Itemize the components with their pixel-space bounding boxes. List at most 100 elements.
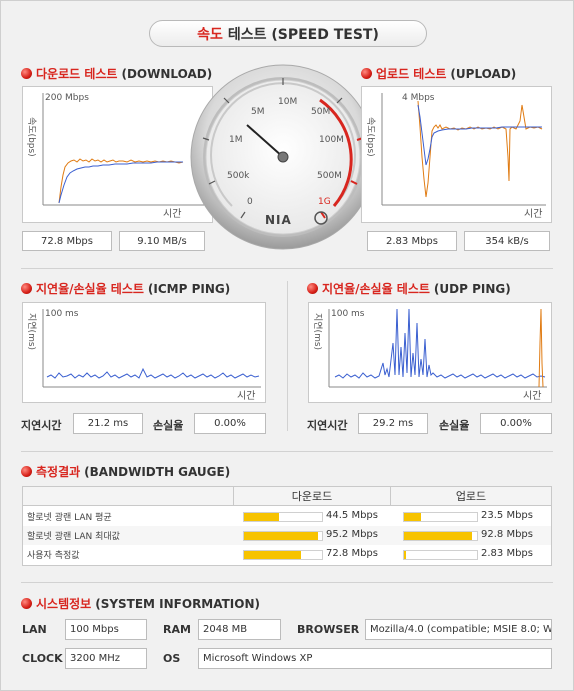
icmp-latency-value: 21.2 ms [73,413,143,434]
download-graph-svg [42,93,207,206]
browser-label: BROWSER [297,623,360,636]
bullet-icon [21,466,32,477]
icmp-heading-en: (ICMP PING) [147,281,231,296]
upload-bar [403,550,478,560]
upload-bar [403,512,478,522]
icmp-y-axis-label: 지연(ms) [26,313,36,351]
udp-latency-value: 29.2 ms [358,413,428,434]
upload-bar-value: 92.8 Mbps [481,529,533,540]
system-heading: 시스템정보 (SYSTEM INFORMATION) [21,595,260,612]
bullet-icon [307,283,318,294]
icmp-heading: 지연율/손실율 테스트 (ICMP PING) [21,280,230,297]
icmp-loss-value: 0.00% [194,413,266,434]
bandwidth-header-blank [23,487,234,506]
udp-graph: 100 ms 지연(ms) 시간 [308,302,552,403]
icmp-heading-kr: 지연율/손실율 테스트 [36,282,144,296]
download-bar-fill [244,513,279,521]
bandwidth-row-name: 할로넷 광랜 LAN 최대값 [27,532,120,542]
udp-heading-en: (UDP PING) [433,281,511,296]
download-x-axis-label: 시간 [163,209,182,220]
bandwidth-row: 사용자 측정값 72.8 Mbps 2.83 Mbps [23,545,551,564]
ram-value: 2048 MB [198,619,281,640]
ram-label: RAM [163,623,191,636]
download-bar-value: 95.2 Mbps [326,529,378,540]
icmp-loss-label: 손실율 [153,419,184,432]
upload-bar-fill [404,551,407,559]
udp-scale-label: 100 ms [331,309,365,319]
gauge-tick-0: 0 [247,197,253,207]
bandwidth-heading-en: (BANDWIDTH GAUGE) [84,464,231,479]
speed-test-panel: 속도 테스트 (SPEED TEST) 다운로드 테스트 (DOWNLOAD) … [0,0,574,691]
page-title: 속도 테스트 (SPEED TEST) [149,20,427,47]
download-bar-fill [244,532,319,540]
download-graph: 200 Mbps 속도(bps) 시간 [22,86,213,223]
gauge-tick-500m: 500M [317,171,342,181]
download-y-axis-label: 속도(bps) [26,117,36,157]
bandwidth-heading-kr: 측정결과 [36,465,81,479]
icmp-x-axis-label: 시간 [237,391,256,402]
download-heading-kr: 다운로드 테스트 [36,67,118,81]
upload-y-axis-label: 속도(bps) [365,117,375,157]
download-heading: 다운로드 테스트 (DOWNLOAD) [21,65,212,82]
udp-latency-label: 지연시간 [307,419,348,432]
bandwidth-header-upload: 업로드 [391,487,551,506]
gauge-tick-500k: 500k [227,171,250,181]
bandwidth-row: 할로넷 광랜 LAN 평균 44.5 Mbps 23.5 Mbps [23,507,551,526]
download-bar [243,512,323,522]
divider [21,451,553,452]
system-heading-kr: 시스템정보 [36,597,92,611]
title-text: 테스트 (SPEED TEST) [227,26,379,43]
download-bar-value: 72.8 Mbps [326,548,378,559]
browser-value: Mozilla/4.0 (compatible; MSIE 8.0; Windo [365,619,552,640]
download-bar-value: 44.5 Mbps [326,510,378,521]
upload-bar-value: 23.5 Mbps [481,510,533,521]
bandwidth-row-name: 할로넷 광랜 LAN 평균 [27,513,112,523]
divider-vertical [287,281,288,431]
download-bar [243,531,323,541]
divider [21,582,553,583]
icmp-scale-label: 100 ms [45,309,79,319]
bandwidth-heading: 측정결과 (BANDWIDTH GAUGE) [21,463,230,480]
upload-scale-label: 4 Mbps [402,93,435,103]
clock-value: 3200 MHz [65,648,147,669]
udp-y-axis-label: 지연(ms) [312,313,322,351]
upload-graph: 4 Mbps 속도(bps) 시간 [361,86,552,223]
bullet-icon [21,68,32,79]
bandwidth-header-download: 다운로드 [234,487,391,506]
icmp-latency-label: 지연시간 [21,419,62,432]
udp-loss-value: 0.00% [480,413,552,434]
udp-heading: 지연율/손실율 테스트 (UDP PING) [307,280,511,297]
bullet-icon [21,598,32,609]
nia-logo: NIA [265,213,292,227]
upload-heading: 업로드 테스트 (UPLOAD) [361,65,516,82]
udp-loss-label: 손실율 [439,419,470,432]
upload-speed-mbps: 2.83 Mbps [367,231,457,251]
udp-x-axis-label: 시간 [523,391,542,402]
title-korean: 속도 [197,26,223,43]
speed-gauge: 0 500k 1M 5M 10M 50M 100M 500M 1G NIA [187,63,377,255]
upload-bar-fill [404,532,472,540]
bullet-icon [361,68,372,79]
clock-label: CLOCK [22,652,63,665]
upload-bar-fill [404,513,422,521]
bandwidth-table: 다운로드 업로드 할로넷 광랜 LAN 평균 44.5 Mbps 23.5 Mb… [22,486,552,566]
upload-heading-en: (UPLOAD) [450,66,517,81]
lan-label: LAN [22,623,47,636]
download-bar-fill [244,551,301,559]
bullet-icon [21,283,32,294]
gauge-tick-10m: 10M [278,97,298,107]
download-scale-label: 200 Mbps [45,93,89,103]
gauge-tick-1g: 1G [318,197,331,207]
gauge-tick-50m: 50M [311,107,331,117]
upload-x-axis-label: 시간 [524,209,543,220]
lan-value: 100 Mbps [65,619,147,640]
upload-speed-kbs: 354 kB/s [464,231,550,251]
bandwidth-row: 할로넷 광랜 LAN 최대값 95.2 Mbps 92.8 Mbps [23,526,551,545]
upload-graph-svg [381,93,546,206]
download-speed-mbps: 72.8 Mbps [22,231,112,251]
upload-bar-value: 2.83 Mbps [481,548,533,559]
os-label: OS [163,652,181,665]
icmp-graph: 100 ms 지연(ms) 시간 [22,302,266,403]
upload-bar [403,531,478,541]
system-heading-en: (SYSTEM INFORMATION) [95,596,260,611]
